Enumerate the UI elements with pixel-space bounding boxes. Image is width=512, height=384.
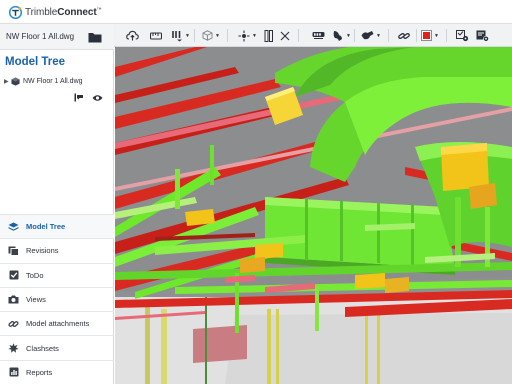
model-tree-title: Model Tree <box>5 56 66 68</box>
bim-model-render <box>115 47 512 384</box>
walk-mode-button[interactable] <box>312 28 325 43</box>
navigate-button[interactable]: ▼ <box>238 28 257 43</box>
chevron-down-icon: ▼ <box>434 32 439 39</box>
markup-button[interactable]: ▼ <box>332 28 351 43</box>
chevron-down-icon: ▼ <box>346 32 351 39</box>
nav-model-attachments[interactable]: Model attachments <box>0 311 114 335</box>
navigate-icon <box>238 30 250 41</box>
nav-label: Reports <box>26 367 53 377</box>
chevron-down-icon: ▼ <box>252 32 257 39</box>
camera-icon <box>8 294 19 305</box>
section-icon <box>172 30 182 41</box>
link-icon <box>8 318 19 329</box>
clash-icon <box>8 343 19 354</box>
box-view-button[interactable]: ▼ <box>202 28 220 43</box>
visibility-icon <box>361 31 374 40</box>
nav-label: ToDo <box>26 270 44 280</box>
tree-item-actions <box>74 93 103 102</box>
side-nav: Model Tree Revisions ToDo Views Model at… <box>0 214 114 384</box>
cloud-upload-button[interactable] <box>126 28 139 43</box>
trimble-logo-icon <box>9 5 22 19</box>
link-tool-button[interactable] <box>398 28 410 43</box>
expand-caret-icon[interactable]: ▶ <box>4 78 11 85</box>
color-picker-button[interactable]: ▼ <box>421 28 439 43</box>
app-header: TrimbleConnect™ <box>0 0 512 24</box>
nav-todo[interactable]: ToDo <box>0 262 114 287</box>
toolbar-divider <box>194 29 195 42</box>
nav-model-tree[interactable]: Model Tree <box>0 214 114 239</box>
nav-views[interactable]: Views <box>0 286 114 311</box>
markup-icon <box>333 30 342 41</box>
todo-icon <box>8 270 19 281</box>
walk-icon <box>312 32 325 39</box>
tree-item[interactable]: ▶ NW Floor 1 All.dwg <box>4 75 110 87</box>
toolbar-divider <box>354 29 355 42</box>
eye-icon[interactable] <box>92 94 103 102</box>
file-bar: NW Floor 1 All.dwg <box>0 24 114 50</box>
chevron-down-icon: ▼ <box>376 32 381 39</box>
toolbar-divider <box>388 29 389 42</box>
model-viewport[interactable] <box>115 47 512 384</box>
box-icon <box>202 30 213 41</box>
fit-to-view-icon[interactable] <box>74 93 84 102</box>
report-icon <box>8 367 19 378</box>
measure-button[interactable] <box>150 28 162 43</box>
toolbar-divider <box>416 29 417 42</box>
section-tool-button[interactable]: ▼ <box>171 28 190 43</box>
measure-icon <box>150 31 162 40</box>
color-swatch-icon <box>421 30 432 41</box>
nav-reports[interactable]: Reports <box>0 359 114 384</box>
nav-label: Clashsets <box>26 343 59 353</box>
layers-icon <box>8 221 19 232</box>
cloud-upload-icon <box>126 30 139 41</box>
folder-icon[interactable] <box>88 32 102 43</box>
app-name: TrimbleConnect™ <box>25 6 102 18</box>
model-cube-icon <box>11 76 20 86</box>
nav-clashsets[interactable]: Clashsets <box>0 335 114 359</box>
close-icon <box>280 31 290 40</box>
revisions-icon <box>8 245 19 256</box>
link-icon <box>398 32 410 39</box>
chevron-down-icon: ▼ <box>185 32 190 39</box>
nav-label: Revisions <box>26 246 59 256</box>
toolbar-divider <box>446 29 447 42</box>
model-settings-button[interactable] <box>476 28 489 43</box>
settings-icon <box>456 29 469 41</box>
settings-button[interactable] <box>456 28 469 43</box>
visibility-button[interactable]: ▼ <box>361 28 381 43</box>
fit-icon <box>264 29 273 42</box>
fit-view-button[interactable] <box>264 28 274 43</box>
chevron-down-icon: ▼ <box>215 32 220 39</box>
nav-label: Model Tree <box>26 222 66 232</box>
nav-label: Model attachments <box>26 319 90 329</box>
nav-revisions[interactable]: Revisions <box>0 238 114 262</box>
toolbar-divider <box>298 29 299 42</box>
nav-label: Views <box>26 295 46 305</box>
toolbar-divider <box>227 29 228 42</box>
trimble-connect-logo[interactable]: TrimbleConnect™ <box>9 5 102 19</box>
left-panel: NW Floor 1 All.dwg Model Tree ▶ NW Floor… <box>0 24 114 384</box>
clear-button[interactable] <box>280 28 290 43</box>
file-name: NW Floor 1 All.dwg <box>6 32 75 41</box>
model-settings-icon <box>476 30 489 42</box>
viewer-toolbar: ▼ ▼ ▼ ▼ ▼ ▼ <box>114 24 512 47</box>
tree-item-label: NW Floor 1 All.dwg <box>23 77 83 85</box>
